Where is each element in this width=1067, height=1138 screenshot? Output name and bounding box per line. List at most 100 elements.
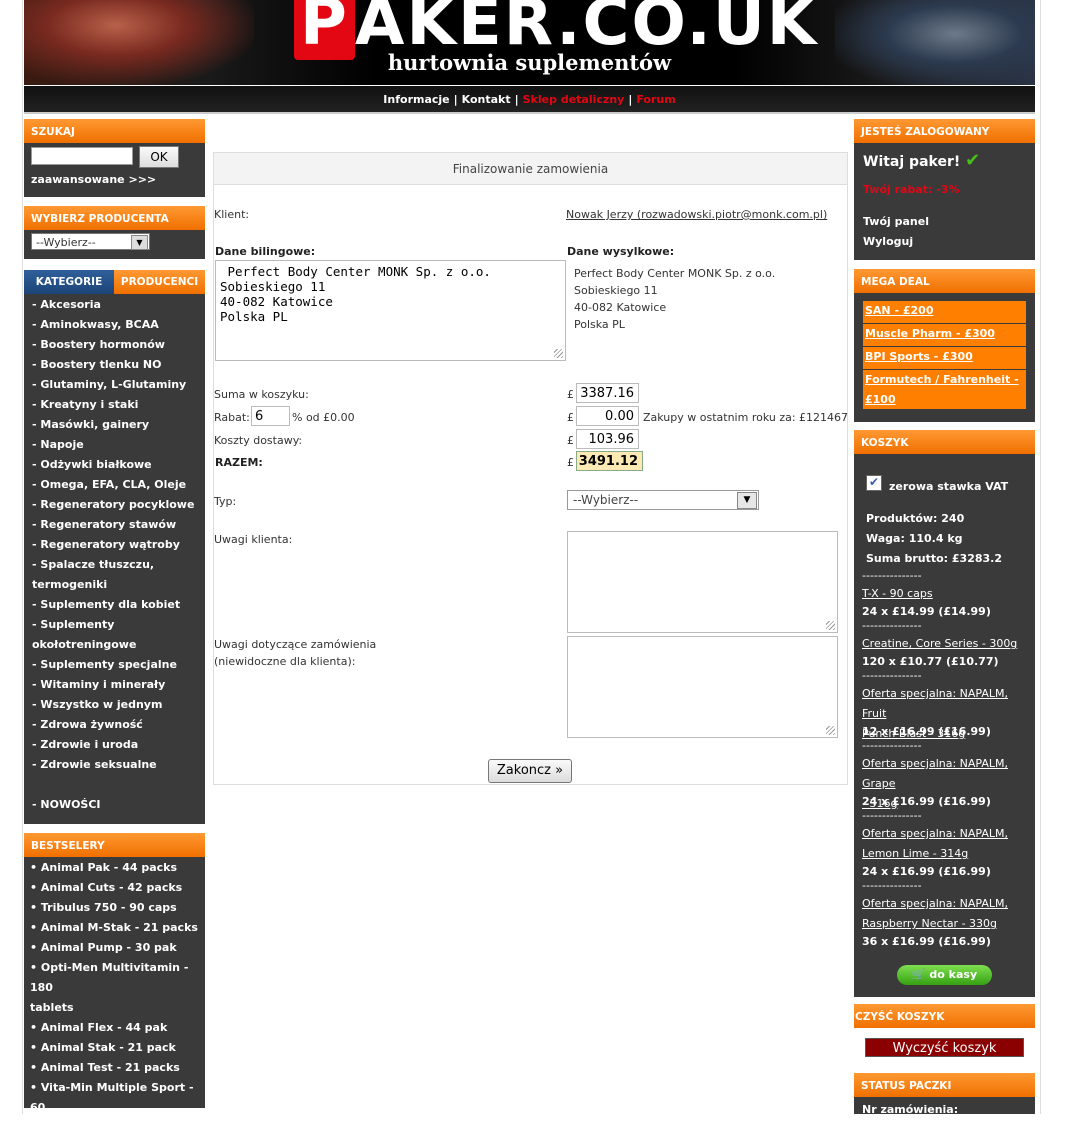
category-spalacze-cont[interactable]: termogeniki	[24, 575, 205, 595]
category-zdrowie-seksualne[interactable]: - Zdrowie seksualne	[24, 755, 205, 775]
category-witaminy[interactable]: - Witaminy i minerały	[24, 675, 205, 695]
category-spalacze[interactable]: - Spalacze tłuszczu,	[24, 555, 205, 575]
category-omega[interactable]: - Omega, EFA, CLA, Oleje	[24, 475, 205, 495]
bestseller-item[interactable]: • Animal Test - 21 packs	[24, 1058, 205, 1078]
nav-separator: |	[628, 93, 633, 106]
nav-link-kontakt[interactable]: Kontakt	[462, 93, 511, 106]
nav-link-informacje[interactable]: Informacje	[383, 93, 449, 106]
checkout-button[interactable]: 🛒 do kasy	[897, 965, 992, 985]
mega-deal-bpi[interactable]: BPI Sports - £300	[863, 347, 1026, 370]
category-glutaminy[interactable]: - Glutaminy, L-Glutaminy	[24, 375, 205, 395]
bestseller-item[interactable]: • Animal Cuts - 42 packs	[24, 878, 205, 898]
category-akcesoria[interactable]: - Akcesoria	[24, 295, 205, 315]
category-list: - Akcesoria - Aminokwasy, BCAA - Booster…	[24, 294, 205, 815]
discount-amount-field[interactable]: 0.00	[576, 406, 639, 426]
category-regeneratory-pocyklowe[interactable]: - Regeneratory pocyklowe	[24, 495, 205, 515]
cart-item-name-line: Oferta specjalna: NAPALM, Grape	[862, 757, 1008, 790]
type-label: Typ:	[214, 495, 237, 508]
category-boostery-hormonow[interactable]: - Boostery hormonów	[24, 335, 205, 355]
mega-deal-muscle-pharm[interactable]: Muscle Pharm - £300	[863, 324, 1026, 347]
type-select[interactable]: --Wybierz-- ▼	[567, 490, 759, 510]
cart-products-count: Produktów: 240	[866, 512, 965, 525]
category-regeneratory-watroby[interactable]: - Regeneratory wątroby	[24, 535, 205, 555]
producer-box: WYBIERZ PRODUCENTA --Wybierz-- ▼	[24, 206, 205, 259]
cart-item-name[interactable]: Oferta specjalna: NAPALM, Lemon Lime - 31…	[862, 824, 1030, 864]
currency-symbol: £	[567, 456, 574, 469]
category-napoje[interactable]: - Napoje	[24, 435, 205, 455]
category-nowosci[interactable]: - NOWOŚCI	[24, 795, 205, 815]
order-notes-textarea[interactable]	[567, 636, 838, 738]
cart-item-name[interactable]: Oferta specjalna: NAPALM, Raspberry Necta…	[862, 894, 1030, 934]
account-panel-link[interactable]: Twój panel	[863, 215, 929, 228]
mega-deal-formutech[interactable]: Formutech / Fahrenheit - £100	[863, 370, 1026, 410]
category-odzywki-bialkowe[interactable]: - Odżywki białkowe	[24, 455, 205, 475]
category-masowki[interactable]: - Masówki, gainery	[24, 415, 205, 435]
shipping-cost-field[interactable]: 103.96	[576, 429, 639, 449]
categories-box: KATEGORIE PRODUCENCI - Akcesoria - Amino…	[24, 270, 205, 824]
client-link[interactable]: Nowak Jerzy (rozwadowski.piotr@monk.com.…	[566, 208, 827, 221]
discount-percent-field[interactable]: 6	[251, 406, 290, 426]
yearly-purchases: Zakupy w ostatnim roku za: £121467	[643, 411, 849, 424]
account-title: JESTEŚ ZALOGOWANY	[854, 119, 1035, 143]
bestseller-item-cont[interactable]: tablets	[24, 998, 205, 1018]
sum-field[interactable]: 3387.16	[576, 383, 639, 403]
package-status-title: STATUS PACZKI	[854, 1073, 1035, 1097]
bestseller-item[interactable]: • Tribulus 750 - 90 caps	[24, 898, 205, 918]
bestseller-item[interactable]: • Animal M-Stak - 21 packs	[24, 918, 205, 938]
producer-select[interactable]: --Wybierz-- ▼	[31, 233, 150, 250]
nav-separator: |	[453, 93, 458, 106]
client-notes-textarea[interactable]	[567, 531, 838, 633]
cart-divider: ---------------	[862, 739, 922, 752]
cart-item-name-line: Raspberry Nectar - 330g	[862, 917, 998, 930]
category-kreatyny[interactable]: - Kreatyny i staki	[24, 395, 205, 415]
resize-grip-icon[interactable]	[554, 349, 563, 358]
bestseller-item[interactable]: • Animal Stak - 21 pack	[24, 1038, 205, 1058]
bestseller-item[interactable]: • Animal Flex - 44 pak	[24, 1018, 205, 1038]
category-aminokwasy[interactable]: - Aminokwasy, BCAA	[24, 315, 205, 335]
tab-categories[interactable]: KATEGORIE	[24, 270, 114, 294]
search-input[interactable]	[31, 147, 133, 165]
category-zdrowie-uroda[interactable]: - Zdrowie i uroda	[24, 735, 205, 755]
type-select-value: --Wybierz--	[573, 493, 639, 507]
nav-link-retail-shop[interactable]: Sklep detaliczny	[523, 93, 625, 106]
mega-deal-formutech-price: £100	[865, 393, 896, 406]
category-suplementy-okolotreningowe-cont[interactable]: okołotreningowe	[24, 635, 205, 655]
checkmark-icon: ✔	[965, 150, 981, 171]
mega-deal-san[interactable]: SAN - £200	[863, 301, 1026, 324]
nav-link-forum[interactable]: Forum	[636, 93, 675, 106]
category-suplementy-specjalne[interactable]: - Suplementy specjalne	[24, 655, 205, 675]
client-notes-label: Uwagi klienta:	[214, 533, 293, 546]
advanced-search-link[interactable]: zaawansowane >>>	[31, 173, 156, 186]
vat-checkbox[interactable]: ✔	[866, 475, 882, 491]
total-field[interactable]: 3491.12	[576, 451, 643, 471]
search-ok-button[interactable]: OK	[139, 146, 179, 168]
category-zdrowa-zywnosc[interactable]: - Zdrowa żywność	[24, 715, 205, 735]
category-suplementy-okolotreningowe[interactable]: - Suplementy	[24, 615, 205, 635]
bestseller-item[interactable]: • Animal Pak - 44 packs	[24, 858, 205, 878]
shipping-line: Perfect Body Center MONK Sp. z o.o.	[574, 267, 776, 280]
resize-grip-icon[interactable]	[826, 621, 835, 630]
bestseller-item[interactable]: • Opti-Men Multivitamin - 180	[24, 958, 205, 998]
category-regeneratory-stawow[interactable]: - Regeneratory stawów	[24, 515, 205, 535]
cart-item-name[interactable]: T-X - 90 caps	[862, 584, 1030, 604]
bestseller-item[interactable]: • Animal Pump - 30 pak	[24, 938, 205, 958]
category-wszystko[interactable]: - Wszystko w jednym	[24, 695, 205, 715]
bestseller-item-cont[interactable]: caps	[24, 1118, 205, 1138]
category-suplementy-kobiet[interactable]: - Suplementy dla kobiet	[24, 595, 205, 615]
nav-separator: |	[514, 93, 519, 106]
cart-item-name[interactable]: Creatine, Core Series - 300g	[862, 634, 1030, 654]
clear-cart-button[interactable]: Wyczyść koszyk	[865, 1038, 1024, 1057]
resize-grip-icon[interactable]	[826, 726, 835, 735]
total-label: RAZEM:	[215, 456, 263, 469]
top-navigation: Informacje | Kontakt | Sklep detaliczny | Foru…	[24, 86, 1035, 114]
cart-gross-sum: Suma brutto: £3283.2	[866, 552, 1003, 565]
logout-link[interactable]: Wyloguj	[863, 235, 913, 248]
finish-order-button[interactable]: Zakoncz »	[488, 759, 572, 783]
tab-producers[interactable]: PRODUCENCI	[114, 270, 205, 294]
billing-textarea[interactable]: Perfect Body Center MONK Sp. z o.o. Sobi…	[215, 260, 566, 361]
bestseller-item[interactable]: • Vita-Min Multiple Sport - 60	[24, 1078, 205, 1118]
category-boostery-no[interactable]: - Boostery tlenku NO	[24, 355, 205, 375]
shipping-line: Polska PL	[574, 318, 625, 331]
discount-suffix: % od £0.00	[292, 411, 355, 424]
billing-text: Perfect Body Center MONK Sp. z o.o. Sobi…	[220, 264, 491, 324]
